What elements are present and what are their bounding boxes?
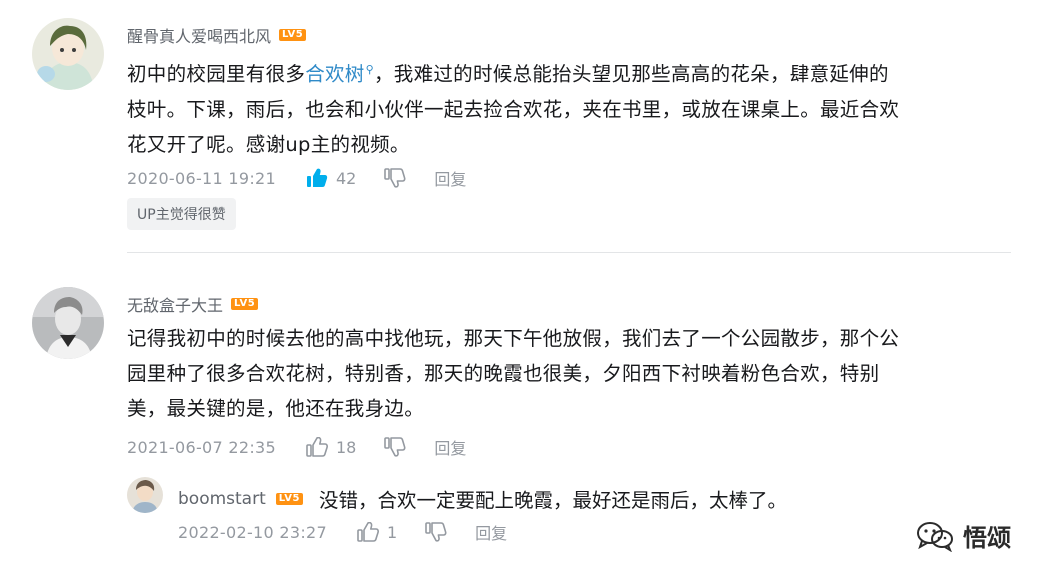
username-row: 无敌盒子大王 LV5 xyxy=(127,292,259,316)
dislike-button[interactable] xyxy=(425,522,447,542)
level-badge: LV5 xyxy=(279,29,307,41)
thumbs-up-icon xyxy=(357,522,379,542)
thumbs-up-icon xyxy=(306,437,328,457)
comment-meta: 2021-06-07 22:35 18 回复 xyxy=(127,435,466,459)
comment-line: 枝叶。下课，雨后，也会和小伙伴一起去捡合欢花，夹在书里，或放在课桌上。最近合欢 xyxy=(127,97,900,121)
like-button[interactable]: 18 xyxy=(306,437,356,457)
comment-text: 记得我初中的时候去他的高中找他玩，那天下午他放假，我们去了一个公园散步，那个公 … xyxy=(127,321,1017,426)
like-button[interactable]: 42 xyxy=(306,168,356,188)
timestamp: 2021-06-07 22:35 xyxy=(127,437,276,457)
like-button[interactable]: 1 xyxy=(357,522,397,542)
username[interactable]: boomstart xyxy=(178,489,266,509)
dislike-button[interactable] xyxy=(384,168,406,188)
thumbs-down-icon xyxy=(384,437,406,457)
comment-line: 记得我初中的时候去他的高中找他玩，那天下午他放假，我们去了一个公园散步，那个公 xyxy=(127,327,900,350)
avatar[interactable] xyxy=(32,287,104,359)
like-count: 42 xyxy=(335,168,357,188)
level-badge: LV5 xyxy=(275,492,303,505)
reply-text: 没错，合欢一定要配上晚霞，最好还是雨后，太棒了。 xyxy=(318,489,787,512)
reply-button[interactable]: 回复 xyxy=(475,520,507,544)
text-segment: 初中的校园里有很多 xyxy=(127,62,306,86)
timestamp: 2020-06-11 19:21 xyxy=(127,168,276,188)
thumbs-down-icon xyxy=(425,522,447,542)
like-count: 1 xyxy=(386,522,398,542)
username[interactable]: 醒骨真人爱喝西北风 xyxy=(127,23,271,47)
watermark: 悟颂 xyxy=(915,518,1011,553)
comment-meta: 2022-02-10 23:27 1 回复 xyxy=(178,520,507,544)
up-liked-tag: UP主觉得很赞 xyxy=(127,198,236,230)
watermark-text: 悟颂 xyxy=(963,524,1011,552)
like-count: 18 xyxy=(335,437,357,457)
timestamp: 2022-02-10 23:27 xyxy=(178,522,327,542)
thumbs-up-filled-icon xyxy=(306,168,328,188)
username-row: boomstart LV5 没错，合欢一定要配上晚霞，最好还是雨后，太棒了。 xyxy=(178,484,787,513)
username-row: 醒骨真人爱喝西北风 LV5 xyxy=(127,23,307,47)
comment-line: 美，最关键的是，他还在我身边。 xyxy=(127,397,425,420)
comment-line: 初中的校园里有很多合欢树⚲，我难过的时候总能抬头望见那些高高的花朵，肆意延伸的 xyxy=(127,52,1017,92)
divider xyxy=(127,252,1011,253)
avatar[interactable] xyxy=(32,18,104,90)
level-badge: LV5 xyxy=(231,298,259,310)
reply-button[interactable]: 回复 xyxy=(434,166,466,190)
reply-button[interactable]: 回复 xyxy=(434,435,466,459)
comment-text: 初中的校园里有很多合欢树⚲，我难过的时候总能抬头望见那些高高的花朵，肆意延伸的 … xyxy=(127,52,1017,162)
thumbs-down-icon xyxy=(384,168,406,188)
avatar[interactable] xyxy=(127,477,163,513)
username[interactable]: 无敌盒子大王 xyxy=(127,292,223,316)
text-segment: ，我难过的时候总能抬头望见那些高高的花朵，肆意延伸的 xyxy=(373,62,889,86)
wechat-icon xyxy=(915,520,955,552)
comment-line: 花又开了呢。感谢up主的视频。 xyxy=(127,132,410,156)
keyword-link[interactable]: 合欢树 xyxy=(305,63,364,86)
dislike-button[interactable] xyxy=(384,437,406,457)
comment-meta: 2020-06-11 19:21 42 回复 xyxy=(127,166,466,190)
search-icon[interactable]: ⚲ xyxy=(366,63,374,76)
comment-line: 园里种了很多合欢花树，特别香，那天的晚霞也很美，夕阳西下衬映着粉色合欢，特别 xyxy=(127,362,880,385)
